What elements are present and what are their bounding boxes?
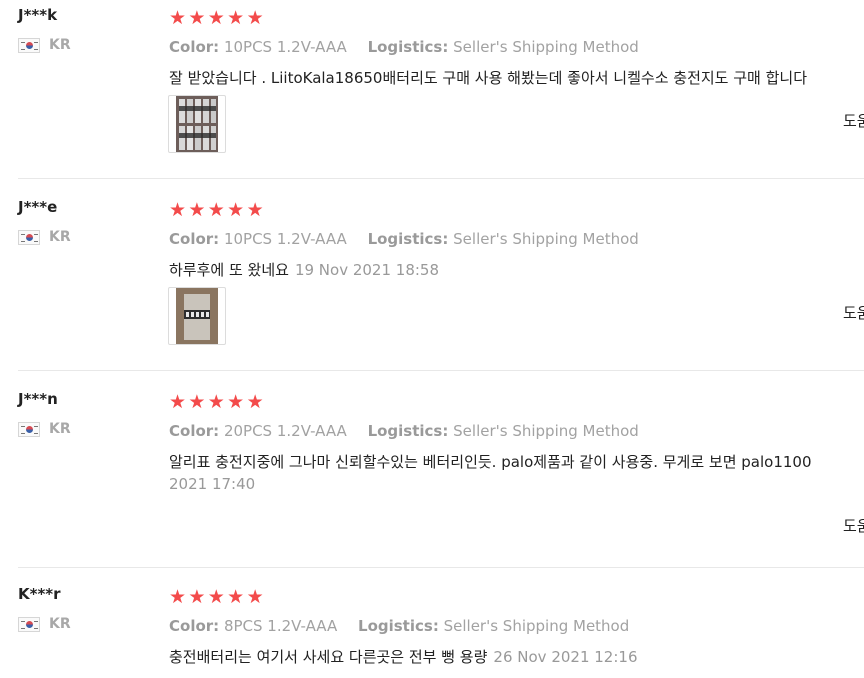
star-icon: ★ xyxy=(188,586,206,608)
korea-flag-icon xyxy=(18,421,40,437)
logistics-label: Logistics: xyxy=(367,38,449,56)
review-item: K***r KR ★ ★ ★ ★ ★ Color: 8PCS 1.2V-AAA Logi… xyxy=(0,585,864,678)
star-icon: ★ xyxy=(169,7,187,29)
review-text: 하루후에 또 왔네요 19 Nov 2021 18:58 xyxy=(169,260,439,280)
logistics-value: Seller's Shipping Method xyxy=(453,422,639,440)
battery-photo xyxy=(176,96,218,152)
review-text-body: 잘 받았습니다 . LiitoKala18650배터리도 구매 사용 해봤는데 … xyxy=(169,69,808,87)
reviewer-name: K***r xyxy=(18,585,61,603)
reviewer-name: J***k xyxy=(18,6,58,24)
logistics-value: Seller's Shipping Method xyxy=(453,230,639,248)
star-icon: ★ xyxy=(188,391,206,413)
star-icon: ★ xyxy=(207,391,225,413)
star-icon: ★ xyxy=(188,199,206,221)
color-label: Color: xyxy=(169,422,220,440)
review-text-body: 하루후에 또 왔네요 xyxy=(169,261,289,279)
divider xyxy=(18,567,864,568)
country-code: KR xyxy=(49,229,71,245)
country-code: KR xyxy=(49,421,71,437)
logistics-value: Seller's Shipping Method xyxy=(443,617,630,635)
review-text: 알리표 충전지중에 그나마 신뢰할수있는 베터리인듯. palo제품과 같이 사… xyxy=(169,452,812,472)
star-icon: ★ xyxy=(246,199,264,221)
logistics-label: Logistics: xyxy=(367,230,449,248)
review-item: J***n KR ★ ★ ★ ★ ★ Color: 20PCS 1.2V-AAA Log… xyxy=(0,390,864,568)
helpful-button[interactable]: 도움 xyxy=(843,110,864,131)
helpful-button[interactable]: 도움 xyxy=(843,515,864,536)
color-label: Color: xyxy=(169,230,220,248)
review-attributes: Color: 20PCS 1.2V-AAA Logistics: Seller'… xyxy=(169,422,639,440)
star-icon: ★ xyxy=(246,7,264,29)
helpful-button[interactable]: 도움 xyxy=(843,302,864,323)
review-attributes: Color: 8PCS 1.2V-AAA Logistics: Seller's… xyxy=(169,617,629,635)
review-attributes: Color: 10PCS 1.2V-AAA Logistics: Seller'… xyxy=(169,230,639,248)
country-code: KR xyxy=(49,37,71,53)
color-value: 20PCS 1.2V-AAA xyxy=(223,422,347,440)
review-item: J***e KR ★ ★ ★ ★ ★ Color: 10PCS 1.2V-AAA Log… xyxy=(0,198,864,371)
review-text: 잘 받았습니다 . LiitoKala18650배터리도 구매 사용 해봤는데 … xyxy=(169,68,807,88)
star-icon: ★ xyxy=(246,391,264,413)
reviewer-country: KR xyxy=(18,420,71,438)
star-rating: ★ ★ ★ ★ ★ xyxy=(169,9,266,28)
review-date: 26 Nov 2021 12:16 xyxy=(493,648,638,666)
star-rating: ★ ★ ★ ★ ★ xyxy=(169,201,266,220)
reviewer-country: KR xyxy=(18,228,71,246)
color-value: 8PCS 1.2V-AAA xyxy=(223,617,338,635)
star-icon: ★ xyxy=(227,586,245,608)
star-icon: ★ xyxy=(227,7,245,29)
color-value: 10PCS 1.2V-AAA xyxy=(223,38,347,56)
review-text-body: 충전배터리는 여기서 사세요 다른곳은 전부 뻥 용량 xyxy=(169,648,488,666)
review-photo-thumbnail[interactable] xyxy=(168,95,226,153)
logistics-label: Logistics: xyxy=(358,617,439,635)
divider xyxy=(18,370,864,371)
star-rating: ★ ★ ★ ★ ★ xyxy=(169,588,266,607)
star-icon: ★ xyxy=(188,7,206,29)
korea-flag-icon xyxy=(18,616,40,632)
review-text-body: 알리표 충전지중에 그나마 신뢰할수있는 베터리인듯. palo제품과 같이 사… xyxy=(169,453,812,471)
reviewer-name: J***e xyxy=(18,198,58,216)
divider xyxy=(18,178,864,179)
star-icon: ★ xyxy=(207,199,225,221)
star-icon: ★ xyxy=(246,586,264,608)
star-icon: ★ xyxy=(169,391,187,413)
reviewer-country: KR xyxy=(18,36,71,54)
star-icon: ★ xyxy=(227,391,245,413)
korea-flag-icon xyxy=(18,37,40,53)
review-date: 19 Nov 2021 18:58 xyxy=(294,261,440,279)
korea-flag-icon xyxy=(18,229,40,245)
review-photo-thumbnail[interactable] xyxy=(168,287,226,345)
star-rating: ★ ★ ★ ★ ★ xyxy=(169,393,266,412)
review-attributes: Color: 10PCS 1.2V-AAA Logistics: Seller'… xyxy=(169,38,639,56)
review-text: 충전배터리는 여기서 사세요 다른곳은 전부 뻥 용량 26 Nov 2021 1… xyxy=(169,647,638,667)
color-label: Color: xyxy=(169,38,220,56)
star-icon: ★ xyxy=(207,586,225,608)
reviewer-country: KR xyxy=(18,615,71,633)
country-code: KR xyxy=(49,616,71,632)
logistics-value: Seller's Shipping Method xyxy=(453,38,639,56)
logistics-label: Logistics: xyxy=(367,422,449,440)
star-icon: ★ xyxy=(169,199,187,221)
color-label: Color: xyxy=(169,617,220,635)
star-icon: ★ xyxy=(227,199,245,221)
star-icon: ★ xyxy=(207,7,225,29)
color-value: 10PCS 1.2V-AAA xyxy=(223,230,347,248)
reviewer-name: J***n xyxy=(18,390,58,408)
review-date: 2021 17:40 xyxy=(169,475,256,493)
battery-photo xyxy=(176,288,218,344)
star-icon: ★ xyxy=(169,586,187,608)
review-item: J***k KR ★ ★ ★ ★ ★ Color: 10PCS 1.2V-AAA Log… xyxy=(0,6,864,179)
